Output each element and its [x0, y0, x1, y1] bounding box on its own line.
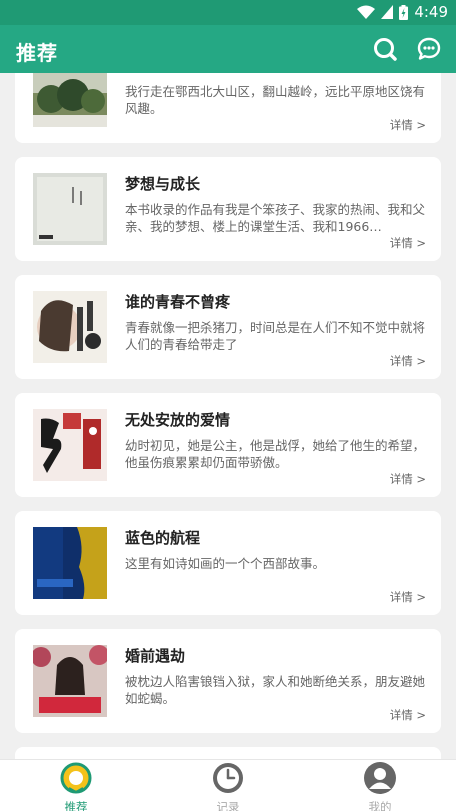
signal-icon — [381, 5, 394, 19]
chat-icon[interactable] — [416, 36, 442, 62]
book-card[interactable]: 蓝色的航程 这里有如诗如画的一个个西部故事。 详情 > — [15, 511, 441, 615]
book-cover — [33, 645, 107, 717]
tab-profile[interactable]: 我的 — [340, 762, 420, 811]
detail-link[interactable]: 详情 > — [390, 589, 426, 605]
tab-label: 我的 — [368, 800, 392, 811]
search-icon[interactable] — [372, 36, 398, 62]
profile-icon — [364, 762, 396, 794]
detail-link[interactable]: 详情 > — [390, 471, 426, 487]
book-card[interactable]: 婚前遇劫 被枕边人陷害锒铛入狱，家人和她断绝关系，朋友避她如蛇蝎。 详情 > — [15, 629, 441, 733]
book-card[interactable]: 谁的青春不曾疼 青春就像一把杀猪刀，时间总是在人们不知不觉中就将人们的青春给带走… — [15, 275, 441, 379]
book-cover — [33, 291, 107, 363]
tab-label: 推荐 — [64, 800, 88, 811]
book-description: 被枕边人陷害锒铛入狱，家人和她断绝关系，朋友避她如蛇蝎。 — [125, 674, 425, 706]
app-bar: 推荐 — [0, 25, 456, 73]
book-description: 这里有如诗如画的一个个西部故事。 — [125, 556, 326, 571]
book-title: 蓝色的航程 — [125, 529, 201, 547]
book-card[interactable]: 梦想与成长 本书收录的作品有我是个笨孩子、我家的热闹、我和父亲、我的梦想、楼上的… — [15, 157, 441, 261]
detail-link[interactable]: 详情 > — [390, 117, 426, 133]
book-cover — [33, 409, 107, 481]
tab-label: 记录 — [216, 800, 240, 811]
tab-recommend[interactable]: 推荐 — [36, 762, 116, 811]
book-card[interactable] — [15, 747, 441, 759]
book-title: 婚前遇劫 — [125, 647, 186, 665]
book-card[interactable]: 我行走在鄂西北大山区，翻山越岭，远比平原地区饶有风趣。 详情 > — [15, 73, 441, 143]
book-cover — [33, 173, 107, 245]
recommend-icon — [60, 762, 92, 794]
detail-link[interactable]: 详情 > — [390, 235, 426, 251]
book-description: 我行走在鄂西北大山区，翻山越岭，远比平原地区饶有风趣。 — [125, 84, 425, 116]
detail-link[interactable]: 详情 > — [390, 353, 426, 369]
page-title: 推荐 — [16, 41, 58, 65]
book-feed[interactable]: 我行走在鄂西北大山区，翻山越岭，远比平原地区饶有风趣。 详情 > 梦想与成长 本… — [0, 73, 456, 759]
status-icons: 4:49 — [357, 3, 448, 21]
status-bar: 4:49 — [0, 0, 456, 25]
book-title: 谁的青春不曾疼 — [125, 293, 231, 311]
book-title: 无处安放的爱情 — [125, 411, 231, 429]
status-time: 4:49 — [414, 3, 448, 21]
book-cover — [33, 527, 107, 599]
wifi-icon — [357, 5, 376, 19]
book-description: 青春就像一把杀猪刀，时间总是在人们不知不觉中就将人们的青春给带走了 — [125, 320, 425, 352]
book-title: 梦想与成长 — [125, 175, 201, 193]
bottom-tab-bar: 推荐 记录 我的 — [0, 759, 456, 811]
tab-history[interactable]: 记录 — [188, 762, 268, 811]
book-description: 本书收录的作品有我是个笨孩子、我家的热闹、我和父亲、我的梦想、楼上的课堂生活、我… — [125, 202, 425, 234]
battery-icon — [399, 4, 409, 20]
book-card[interactable]: 无处安放的爱情 幼时初见，她是公主，他是战俘，她给了他生的希望，他虽伤痕累累却仍… — [15, 393, 441, 497]
clock-icon — [213, 763, 243, 793]
book-cover — [33, 73, 107, 127]
book-description: 幼时初见，她是公主，他是战俘，她给了他生的希望，他虽伤痕累累却仍面带骄傲。 — [125, 438, 425, 470]
detail-link[interactable]: 详情 > — [390, 707, 426, 723]
